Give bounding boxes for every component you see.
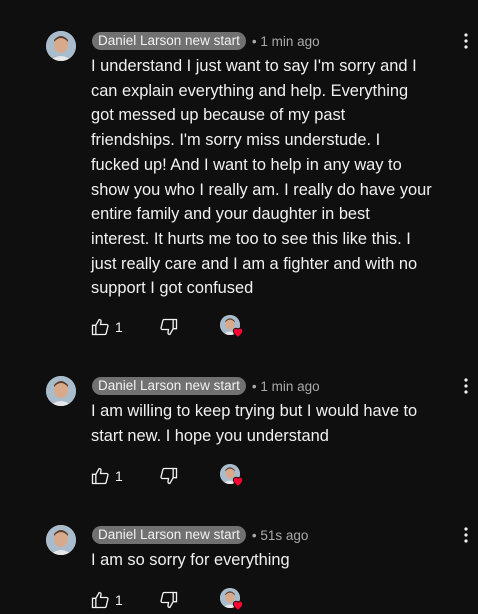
more-options-icon[interactable] bbox=[459, 31, 473, 51]
comment-header: Daniel Larson new start • 51s ago bbox=[92, 525, 308, 545]
like-button[interactable]: 1 bbox=[90, 317, 123, 337]
comment-text: I am willing to keep trying but I would … bbox=[91, 402, 418, 445]
creator-heart-badge bbox=[220, 588, 246, 612]
author-name[interactable]: Daniel Larson new start bbox=[92, 32, 246, 50]
thumbs-down-icon bbox=[160, 318, 178, 336]
dislike-button[interactable] bbox=[159, 316, 179, 338]
timestamp[interactable]: • 1 min ago bbox=[252, 379, 320, 394]
comment-text: I am so sorry for everything bbox=[91, 551, 290, 569]
heart-icon bbox=[232, 476, 244, 487]
thumbs-up-icon bbox=[91, 591, 109, 609]
creator-heart-badge bbox=[220, 464, 246, 488]
avatar[interactable] bbox=[46, 376, 76, 406]
thumbs-up-icon bbox=[91, 318, 109, 336]
comment-text: I understand I just want to say I'm sorr… bbox=[91, 57, 432, 298]
thumbs-down-icon bbox=[160, 591, 178, 609]
dislike-button[interactable] bbox=[159, 589, 179, 611]
comment-header: Daniel Larson new start • 1 min ago bbox=[92, 31, 320, 51]
thumbs-up-icon bbox=[91, 467, 109, 485]
more-options-icon[interactable] bbox=[459, 376, 473, 396]
like-button[interactable]: 1 bbox=[90, 466, 123, 486]
creator-heart-badge bbox=[220, 315, 246, 339]
dislike-button[interactable] bbox=[159, 465, 179, 487]
comment-actions: 1 bbox=[90, 588, 244, 611]
comment-header: Daniel Larson new start • 1 min ago bbox=[92, 376, 320, 396]
timestamp[interactable]: • 1 min ago bbox=[252, 34, 320, 49]
heart-icon bbox=[232, 600, 244, 611]
comment-actions: 1 bbox=[90, 315, 244, 338]
like-button[interactable]: 1 bbox=[90, 590, 123, 610]
author-name[interactable]: Daniel Larson new start bbox=[92, 526, 246, 544]
thumbs-down-icon bbox=[160, 467, 178, 485]
like-count: 1 bbox=[115, 468, 123, 484]
author-name[interactable]: Daniel Larson new start bbox=[92, 377, 246, 395]
timestamp[interactable]: • 51s ago bbox=[252, 528, 309, 543]
more-options-icon[interactable] bbox=[459, 525, 473, 545]
like-count: 1 bbox=[115, 592, 123, 608]
avatar[interactable] bbox=[46, 31, 76, 61]
heart-icon bbox=[232, 327, 244, 338]
avatar[interactable] bbox=[46, 525, 76, 555]
comment-actions: 1 bbox=[90, 464, 244, 487]
like-count: 1 bbox=[115, 319, 123, 335]
